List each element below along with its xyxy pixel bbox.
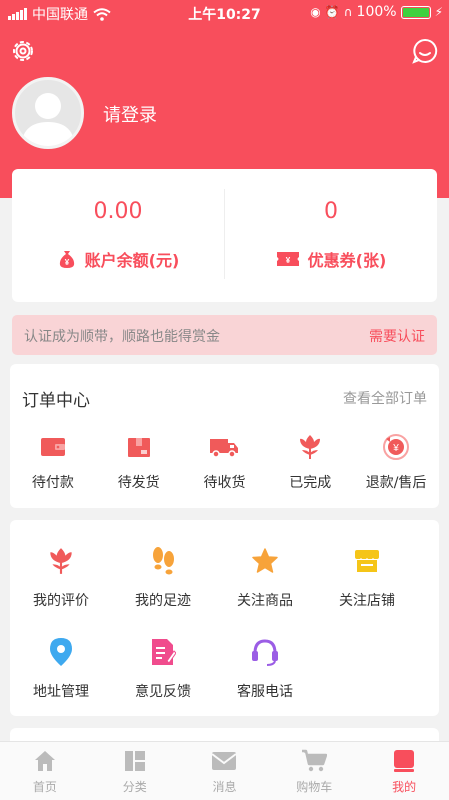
order-pending-payment[interactable]: 待付款 bbox=[10, 432, 96, 492]
my-footprints[interactable]: 我的足迹 bbox=[112, 544, 214, 635]
view-all-orders-link[interactable]: 查看全部订单 bbox=[343, 388, 427, 408]
star-icon bbox=[252, 548, 278, 573]
cart-icon bbox=[302, 749, 328, 772]
order-item-label: 待收货 bbox=[203, 475, 246, 491]
refund-icon: ¥ bbox=[383, 434, 410, 460]
login-link[interactable]: 请登录 bbox=[103, 101, 157, 127]
charging-icon: ⚡ bbox=[434, 5, 443, 19]
wallet-icon bbox=[40, 438, 65, 456]
status-bar: 中国联通 上午10:27 ◉ ⏰ ∩ 100% ⚡ bbox=[0, 0, 449, 26]
my-reviews[interactable]: 我的评价 bbox=[10, 544, 112, 635]
headphones-icon: ∩ bbox=[343, 5, 353, 19]
svg-text:¥: ¥ bbox=[392, 443, 399, 454]
tool-label: 意见反馈 bbox=[135, 684, 191, 700]
feedback-icon bbox=[152, 639, 176, 665]
tool-label: 我的足迹 bbox=[135, 593, 191, 609]
order-item-label: 退款/售后 bbox=[365, 475, 427, 491]
order-pending-receipt[interactable]: 待收货 bbox=[182, 432, 268, 492]
verify-banner[interactable]: 认证成为顺带，顺路也能得赏金 需要认证 bbox=[12, 315, 437, 355]
tool-label: 地址管理 bbox=[33, 684, 89, 700]
followed-shops[interactable]: 关注店铺 bbox=[316, 544, 418, 635]
tool-label: 我的评价 bbox=[33, 593, 89, 609]
followed-products[interactable]: 关注商品 bbox=[214, 544, 316, 635]
footprint-icon bbox=[153, 547, 174, 575]
rotation-lock-icon: ◉ bbox=[310, 5, 321, 19]
coupon-count[interactable]: 0 ¥ 优惠券(张) bbox=[225, 169, 437, 302]
message-icon bbox=[211, 752, 238, 770]
account-balance[interactable]: 0.00 ¥ 账户余额(元) bbox=[12, 169, 224, 302]
settings-gear-icon[interactable] bbox=[8, 36, 38, 66]
default-user-icon bbox=[21, 93, 75, 146]
shop-icon bbox=[354, 550, 380, 572]
tab-profile[interactable]: 我的 bbox=[359, 742, 449, 800]
order-item-label: 待付款 bbox=[31, 475, 74, 491]
svg-text:¥: ¥ bbox=[64, 258, 69, 267]
tools-card: 我的评价 我的足迹 关注商品 关注店铺 地址管理 意见反馈 客服电话 bbox=[10, 520, 439, 716]
tab-label: 首页 bbox=[32, 780, 57, 794]
order-item-label: 已完成 bbox=[289, 475, 332, 491]
tab-label: 我的 bbox=[392, 780, 417, 794]
tab-cart[interactable]: 购物车 bbox=[269, 742, 359, 800]
coupon-ticket-icon: ¥ bbox=[276, 252, 299, 266]
order-center-card: 订单中心 查看全部订单 待付款 待发货 待收货 已完成 ¥ 退款/售后 bbox=[10, 364, 439, 508]
tool-label: 客服电话 bbox=[237, 684, 293, 700]
tab-label: 购物车 bbox=[296, 780, 333, 794]
flower-icon bbox=[300, 435, 321, 459]
tool-label: 关注商品 bbox=[237, 593, 293, 609]
svg-text:¥: ¥ bbox=[285, 256, 290, 265]
tab-messages[interactable]: 消息 bbox=[180, 742, 270, 800]
profile-icon bbox=[394, 750, 415, 772]
flower-icon bbox=[50, 548, 72, 574]
battery-percent: 100% bbox=[356, 4, 397, 20]
feedback[interactable]: 意见反馈 bbox=[112, 635, 214, 726]
tab-label: 分类 bbox=[122, 780, 147, 794]
order-item-label: 待发货 bbox=[117, 475, 160, 491]
tab-category[interactable]: 分类 bbox=[90, 742, 180, 800]
home-icon bbox=[34, 751, 55, 771]
order-pending-shipment[interactable]: 待发货 bbox=[96, 432, 182, 492]
location-icon bbox=[50, 638, 72, 666]
message-bubble-icon[interactable] bbox=[410, 36, 440, 66]
order-completed[interactable]: 已完成 bbox=[267, 432, 353, 492]
avatar[interactable] bbox=[12, 77, 84, 149]
tab-home[interactable]: 首页 bbox=[0, 742, 90, 800]
balance-card: 0.00 ¥ 账户余额(元) 0 ¥ 优惠券(张) bbox=[12, 169, 437, 302]
tool-label: 关注店铺 bbox=[339, 593, 395, 609]
box-icon bbox=[127, 438, 150, 457]
verify-banner-text: 认证成为顺带，顺路也能得赏金 bbox=[24, 329, 220, 345]
coupon-value: 0 bbox=[324, 199, 338, 224]
headset-icon bbox=[252, 639, 278, 666]
money-bag-icon: ¥ bbox=[59, 251, 74, 268]
truck-icon bbox=[210, 439, 239, 458]
order-refund-aftersales[interactable]: ¥ 退款/售后 bbox=[353, 432, 439, 492]
account-balance-label: 账户余额(元) bbox=[84, 251, 180, 270]
tab-label: 消息 bbox=[212, 780, 237, 794]
order-center-title: 订单中心 bbox=[22, 391, 90, 411]
category-icon bbox=[124, 751, 145, 771]
account-balance-value: 0.00 bbox=[93, 199, 143, 224]
verify-button[interactable]: 需要认证 bbox=[369, 326, 425, 346]
address-management[interactable]: 地址管理 bbox=[10, 635, 112, 726]
battery-icon bbox=[400, 5, 431, 19]
tab-bar: 首页 分类 消息 购物车 我的 bbox=[0, 741, 449, 800]
coupon-label: 优惠券(张) bbox=[307, 251, 387, 270]
alarm-icon: ⏰ bbox=[324, 5, 340, 19]
customer-service[interactable]: 客服电话 bbox=[214, 635, 316, 726]
